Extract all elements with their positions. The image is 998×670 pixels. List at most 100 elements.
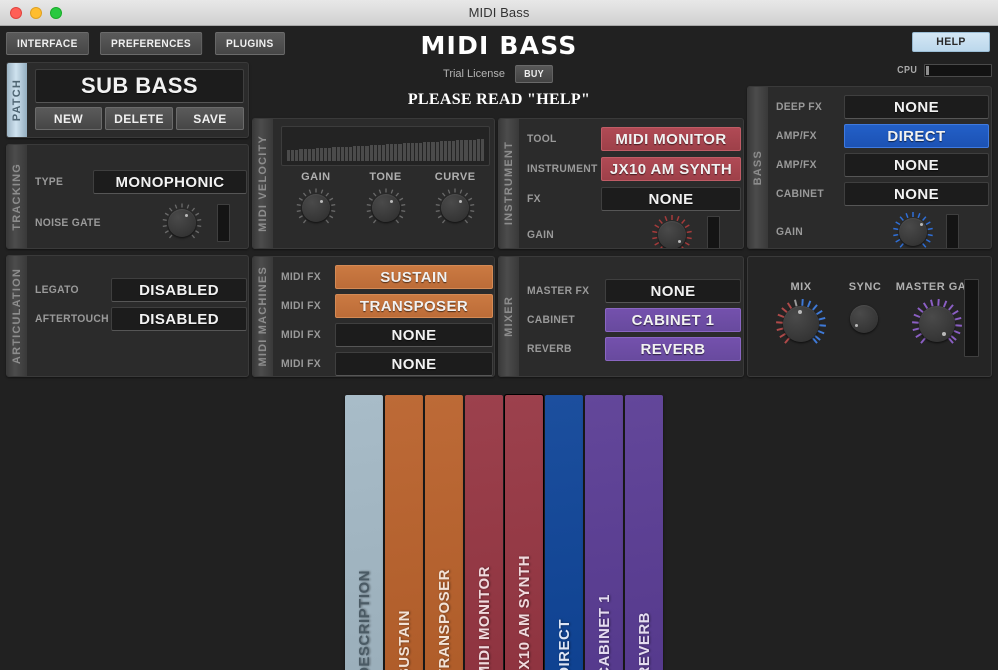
instrument-fx-value[interactable]: NONE [601, 187, 741, 211]
velocity-curve-bar [443, 141, 447, 161]
midi-machines-panel: MIDI MACHINES MIDI FX SUSTAIN MIDI FX TR… [252, 256, 495, 377]
patch-buttons: NEW DELETE SAVE [35, 107, 244, 130]
chain-bar[interactable]: DIRECT [545, 395, 583, 670]
bass-cabinet-value[interactable]: NONE [844, 182, 989, 206]
chain-bar-label: DESCRIPTION [355, 569, 373, 670]
bass-ampfx-value-1[interactable]: DIRECT [844, 124, 989, 148]
velocity-curve-bar [373, 145, 377, 161]
patch-save-button[interactable]: SAVE [176, 107, 244, 130]
bass-ampfx-label-1: AMP/FX [776, 130, 817, 142]
instrument-instrument-label: INSTRUMENT [527, 163, 598, 175]
patch-new-button[interactable]: NEW [35, 107, 102, 130]
velocity-curve-knob-cap [441, 194, 470, 222]
instrument-tool-label: TOOL [527, 133, 557, 145]
chain-bar[interactable]: TRANSPOSER [425, 395, 463, 670]
noise-gate-fader[interactable] [217, 204, 230, 242]
velocity-curve-bar [315, 148, 319, 161]
instrument-instrument-value[interactable]: JX10 AM SYNTH [601, 157, 741, 181]
bass-ampfx-value-2[interactable]: NONE [844, 153, 989, 177]
chain-bar[interactable]: MIDI MONITOR [465, 395, 503, 670]
mixer-master-fx-value[interactable]: NONE [605, 279, 741, 303]
aftertouch-value[interactable]: DISABLED [111, 307, 247, 331]
mixer-panel: MIXER MASTER FX NONE CABINET CABINET 1 R… [498, 256, 744, 377]
mixer-reverb-value[interactable]: REVERB [605, 337, 741, 361]
velocity-curve-display[interactable] [281, 126, 490, 166]
bass-tab[interactable]: BASS [748, 87, 768, 248]
velocity-curve-bar [353, 146, 357, 161]
instrument-tool-value[interactable]: MIDI MONITOR [601, 127, 741, 151]
velocity-curve-bar [295, 149, 299, 161]
bass-deep-fx-label: DEEP FX [776, 101, 823, 113]
mix-knob-group: MIX [766, 281, 836, 352]
mix-knob[interactable] [773, 296, 829, 352]
velocity-curve-bar [377, 144, 381, 161]
midi-fx-row-2: MIDI FX TRANSPOSER [281, 294, 493, 318]
articulation-tab[interactable]: ARTICULATION [7, 256, 27, 376]
menu-button-plugins[interactable]: PLUGINS [214, 32, 285, 55]
midi-fx-value-1[interactable]: SUSTAIN [335, 265, 493, 289]
tracking-tab[interactable]: TRACKING [7, 145, 27, 248]
bass-tab-label: BASS [752, 149, 764, 186]
master-gain-knob[interactable] [909, 296, 965, 352]
menu-button-preferences[interactable]: PREFERENCES [99, 32, 202, 55]
aftertouch-label: AFTERTOUCH [35, 313, 109, 325]
midi-velocity-tab[interactable]: MIDI VELOCITY [253, 119, 273, 248]
velocity-curve-knob[interactable] [432, 185, 478, 231]
bass-deep-fx-value[interactable]: NONE [844, 95, 989, 119]
midi-fx-value-2[interactable]: TRANSPOSER [335, 294, 493, 318]
tracking-panel: TRACKING TYPE MONOPHONIC NOISE GATE [6, 144, 249, 249]
velocity-curve-bar [456, 140, 460, 161]
window-titlebar: MIDI Bass [0, 0, 998, 26]
velocity-tone-knob-group: TONE [351, 171, 421, 231]
midi-fx-label-4: MIDI FX [281, 358, 321, 370]
noise-gate-knob-indicator [185, 214, 188, 217]
velocity-curve-bar [381, 144, 385, 161]
help-button[interactable]: HELP [912, 32, 990, 52]
velocity-curve-bar [460, 140, 464, 161]
tracking-type-value[interactable]: MONOPHONIC [93, 170, 247, 194]
mixer-tab[interactable]: MIXER [499, 257, 519, 376]
master-section: MIX SYNC MASTER GAIN [747, 256, 992, 377]
midi-fx-value-3[interactable]: NONE [335, 323, 493, 347]
bass-gain-label: GAIN [776, 226, 803, 238]
velocity-gain-knob[interactable] [293, 185, 339, 231]
chain-bar[interactable]: DESCRIPTION [345, 395, 383, 670]
chain-bar[interactable]: SUSTAIN [385, 395, 423, 670]
sync-knob-indicator [855, 324, 858, 327]
velocity-curve-bars [287, 137, 484, 161]
velocity-curve-bar [394, 143, 398, 161]
instrument-gain-knob-indicator [678, 240, 681, 243]
legato-value[interactable]: DISABLED [111, 278, 247, 302]
bass-gain-knob-indicator [920, 223, 923, 226]
chain-bar[interactable]: JX10 AM SYNTH [504, 394, 544, 670]
velocity-gain-knob-group: GAIN [281, 171, 351, 231]
legato-label: LEGATO [35, 284, 79, 296]
velocity-curve-bar [299, 149, 303, 161]
sync-knob[interactable] [850, 305, 880, 335]
chain-bar[interactable]: REVERB [625, 395, 663, 670]
noise-gate-knob[interactable] [159, 200, 205, 246]
chain-bar[interactable]: CABINET 1 [585, 395, 623, 670]
instrument-gain-knob[interactable] [649, 212, 695, 248]
midi-machines-tab[interactable]: MIDI MACHINES [253, 257, 273, 376]
velocity-gain-label: GAIN [301, 171, 331, 183]
sync-label: SYNC [848, 281, 882, 293]
master-output-fader[interactable] [964, 279, 979, 357]
mixer-cabinet-value[interactable]: CABINET 1 [605, 308, 741, 332]
velocity-gain-knob-cap [301, 194, 330, 222]
patch-name-field[interactable]: SUB BASS [35, 69, 244, 103]
bass-gain-knob[interactable] [890, 209, 936, 248]
patch-delete-button[interactable]: DELETE [105, 107, 173, 130]
tracking-row-noise-gate: NOISE GATE [35, 200, 247, 246]
buy-button[interactable]: BUY [515, 65, 553, 84]
instrument-fx-label: FX [527, 193, 541, 205]
midi-fx-value-4[interactable]: NONE [335, 352, 493, 376]
instrument-gain-fader[interactable] [707, 216, 720, 248]
patch-panel: PATCH SUB BASS NEW DELETE SAVE [6, 62, 249, 138]
instrument-tab[interactable]: INSTRUMENT [499, 119, 519, 248]
mixer-row-reverb: REVERB REVERB [527, 337, 741, 361]
bass-gain-fader[interactable] [946, 214, 959, 248]
menu-button-interface[interactable]: INTERFACE [6, 32, 89, 55]
velocity-tone-knob[interactable] [363, 185, 409, 231]
patch-tab[interactable]: PATCH [7, 63, 27, 137]
